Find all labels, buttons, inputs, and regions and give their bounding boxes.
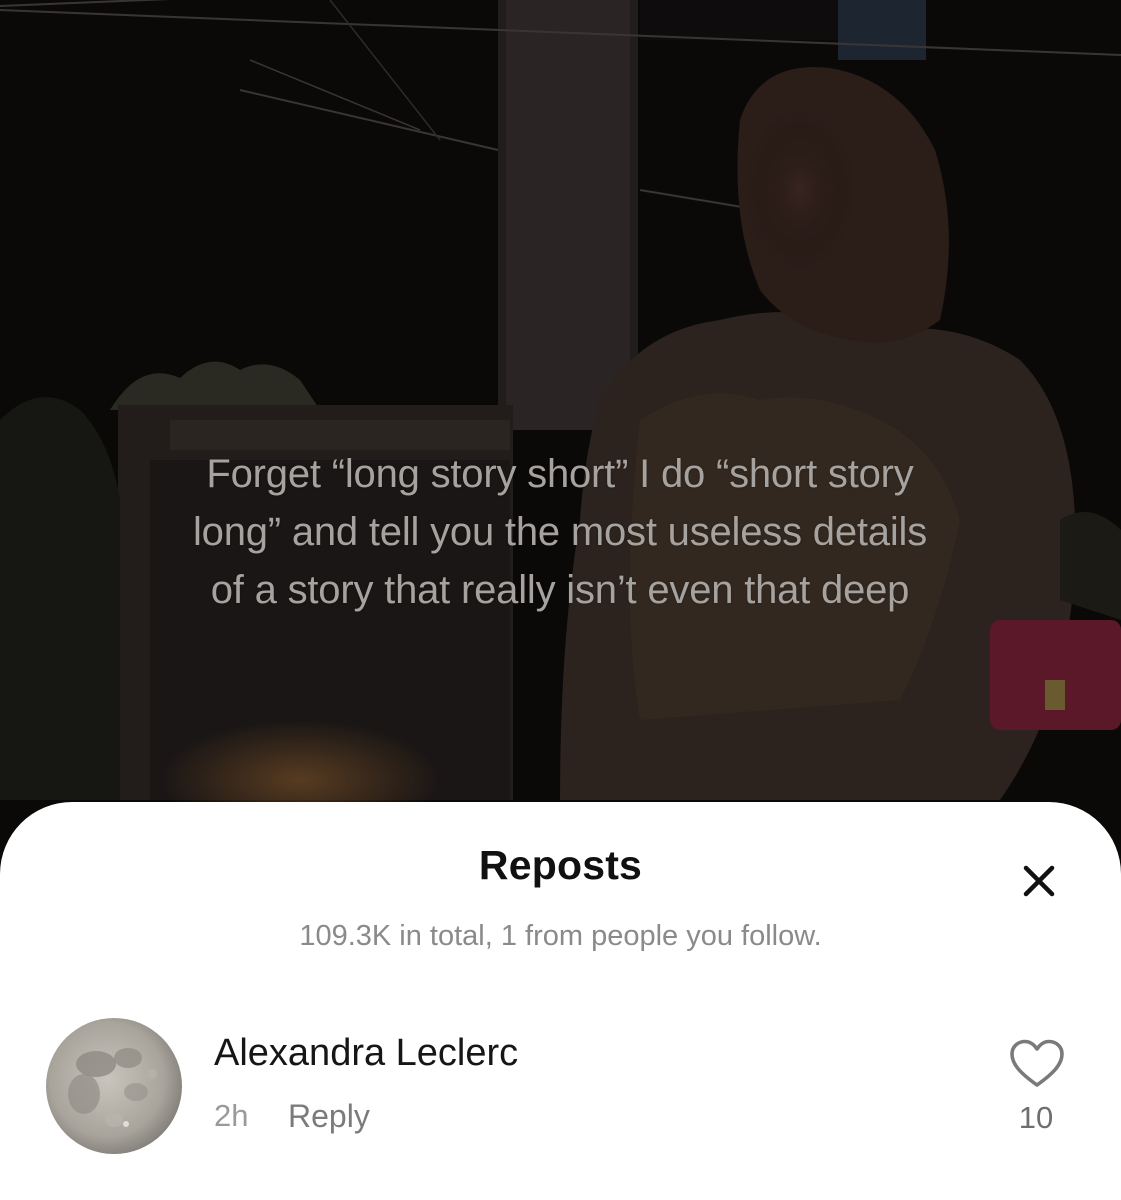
like-button[interactable] [1008,1038,1066,1090]
video-player[interactable]: Forget “long story short” I do “short st… [0,0,1121,900]
reposts-summary: 109.3K in total, 1 from people you follo… [299,920,822,952]
reply-button[interactable]: Reply [288,1098,370,1135]
list-item: Alexandra Leclerc 2h Reply 10 [0,1014,1121,1164]
heart-outline-icon [1010,1039,1064,1087]
close-button[interactable] [1015,857,1063,905]
close-icon [1023,865,1055,897]
video-caption: Forget “long story short” I do “short st… [192,452,928,612]
reposts-sheet: Reposts 109.3K in total, 1 from people y… [0,802,1121,1200]
sheet-title: Reposts [478,842,643,888]
user-name[interactable]: Alexandra Leclerc [214,1032,518,1075]
like-count: 10 [1018,1100,1054,1135]
timestamp: 2h [214,1098,249,1133]
avatar[interactable] [44,1016,184,1156]
moon-avatar-icon [46,1018,182,1154]
screen: Forget “long story short” I do “short st… [0,0,1121,1200]
